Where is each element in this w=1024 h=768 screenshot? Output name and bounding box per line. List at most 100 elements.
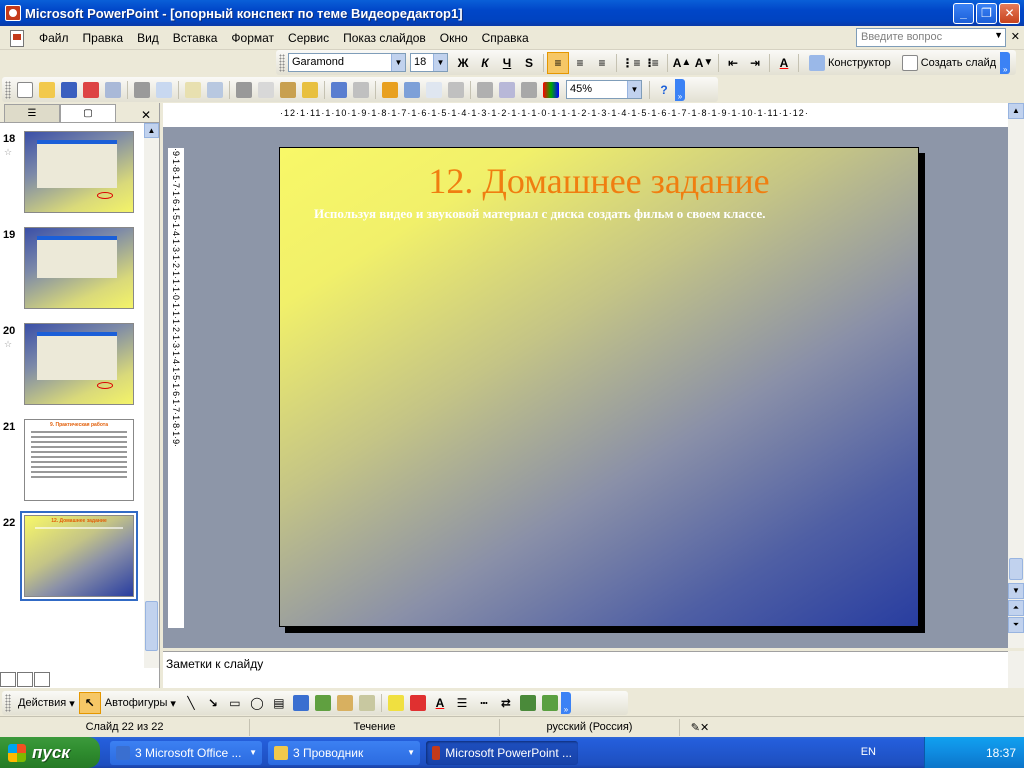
start-button[interactable]: пуск <box>0 737 100 768</box>
bullets-button[interactable]: ⁝≡ <box>642 52 664 74</box>
restore-button[interactable]: ❐ <box>976 2 997 24</box>
italic-button[interactable]: К <box>474 52 496 74</box>
powerpoint-app-icon[interactable] <box>5 5 21 21</box>
toolbar-grip[interactable] <box>279 53 285 72</box>
edit-vertical-scrollbar[interactable]: ▲ ▼ ⏶ ⏷ <box>1008 103 1024 648</box>
color-grayscale-icon[interactable] <box>543 81 559 98</box>
numbering-button[interactable]: ⋮≡ <box>620 52 642 74</box>
scroll-down-icon[interactable]: ▼ <box>1008 583 1024 599</box>
tables-borders-icon[interactable] <box>426 81 442 98</box>
underline-button[interactable]: Ч <box>496 52 518 74</box>
menu-edit[interactable]: Правка <box>76 31 131 45</box>
previous-slide-icon[interactable]: ⏶ <box>1008 600 1024 616</box>
notes-pane[interactable]: Заметки к слайду <box>163 651 1008 688</box>
minimize-button[interactable]: _ <box>953 2 974 24</box>
menu-view[interactable]: Вид <box>130 31 166 45</box>
3d-style-icon[interactable] <box>541 695 558 711</box>
toolbar-grip[interactable] <box>5 694 11 712</box>
save-icon[interactable] <box>61 81 77 98</box>
scroll-thumb[interactable] <box>145 601 158 651</box>
notes-scrollbar[interactable] <box>1008 651 1024 688</box>
scroll-up-icon[interactable]: ▲ <box>1008 103 1024 119</box>
email-icon[interactable] <box>105 81 121 98</box>
align-center-button[interactable]: ≡ <box>569 52 591 74</box>
redo-icon[interactable] <box>353 81 369 98</box>
help-question-input[interactable]: Введите вопрос ▼ <box>856 28 1006 47</box>
close-button[interactable]: ✕ <box>999 2 1020 24</box>
pane-close-icon[interactable]: ✕ <box>141 108 151 122</box>
align-left-button[interactable]: ≡ <box>547 51 569 74</box>
cut-icon[interactable] <box>236 81 252 98</box>
chevron-down-icon[interactable]: ▼ <box>627 81 641 98</box>
document-close-button[interactable]: ✕ <box>1011 30 1020 43</box>
paste-icon[interactable] <box>280 81 296 98</box>
menu-slideshow[interactable]: Показ слайдов <box>336 31 433 45</box>
taskbar-item-explorer[interactable]: 3 Проводник ▼ <box>268 740 420 765</box>
menu-window[interactable]: Окно <box>433 31 475 45</box>
open-folder-icon[interactable] <box>39 81 55 98</box>
align-right-button[interactable]: ≡ <box>591 52 613 74</box>
wordart-icon[interactable] <box>292 695 309 711</box>
chevron-down-icon[interactable]: ▼ <box>433 54 447 71</box>
help-dropdown-arrow-icon[interactable]: ▼ <box>994 30 1003 40</box>
print-preview-icon[interactable] <box>156 81 172 98</box>
arrow-style-icon[interactable]: ⇄ <box>495 692 517 714</box>
show-formatting-icon[interactable] <box>499 81 515 98</box>
line-icon[interactable]: ╲ <box>180 692 202 714</box>
arrow-icon[interactable]: ↘ <box>202 692 224 714</box>
spelling-status-icon[interactable]: ✎✕ <box>680 719 720 736</box>
font-name-select[interactable]: Garamond ▼ <box>288 53 406 72</box>
toolbar-options-icon[interactable]: » <box>675 78 685 101</box>
diagram-icon[interactable] <box>314 695 331 711</box>
next-slide-icon[interactable]: ⏷ <box>1008 617 1024 633</box>
current-slide[interactable]: 12. Домашнее задание Используя видео и з… <box>279 147 919 627</box>
clipart-icon[interactable] <box>336 695 353 711</box>
shadow-button[interactable]: S <box>518 52 540 74</box>
permission-icon[interactable] <box>83 81 99 98</box>
zoom-select[interactable]: 45% ▼ <box>566 80 642 99</box>
menu-tools[interactable]: Сервис <box>281 31 336 45</box>
increase-indent-button[interactable]: ⇥ <box>744 52 766 74</box>
dash-style-icon[interactable]: ┅ <box>473 692 495 714</box>
line-style-icon[interactable]: ☰ <box>451 692 473 714</box>
decrease-indent-button[interactable]: ⇤ <box>722 52 744 74</box>
toolbar-options-icon[interactable]: » <box>1000 51 1011 74</box>
toolbar-options-icon[interactable]: » <box>560 692 571 714</box>
copy-icon[interactable] <box>258 81 274 98</box>
menu-file[interactable]: Файл <box>32 31 76 45</box>
undo-icon[interactable] <box>331 81 347 98</box>
font-color-icon[interactable]: A <box>429 692 451 714</box>
tab-slides[interactable]: ▢ <box>60 104 116 122</box>
insert-chart-icon[interactable] <box>382 81 398 98</box>
menu-help[interactable]: Справка <box>475 31 536 45</box>
insert-diagram-icon[interactable] <box>448 81 464 98</box>
show-grid-icon[interactable] <box>521 81 537 98</box>
help-icon[interactable]: ? <box>653 79 675 101</box>
grow-font-button[interactable]: A ▲ <box>671 52 693 74</box>
menu-format[interactable]: Формат <box>224 31 281 45</box>
slide-sorter-view-icon[interactable] <box>17 672 33 687</box>
document-icon[interactable] <box>8 29 26 47</box>
font-size-select[interactable]: 18 ▼ <box>410 53 448 72</box>
print-icon[interactable] <box>134 81 150 98</box>
language-indicator[interactable]: EN <box>861 746 876 758</box>
slide-body-text[interactable]: Используя видео и звуковой материал с ди… <box>314 206 914 222</box>
clock[interactable]: 18:37 <box>986 746 1016 760</box>
insert-picture-icon[interactable] <box>358 695 375 711</box>
designer-button[interactable]: Конструктор <box>802 54 895 71</box>
actions-menu[interactable]: Действия ▾ <box>14 697 79 710</box>
taskbar-item-powerpoint[interactable]: Microsoft PowerPoint ... <box>426 740 578 765</box>
textbox-icon[interactable]: ▤ <box>268 692 290 714</box>
shadow-style-icon[interactable] <box>519 695 536 711</box>
scroll-thumb[interactable] <box>1009 558 1023 580</box>
menu-insert[interactable]: Вставка <box>166 31 225 45</box>
bold-button[interactable]: Ж <box>452 52 474 74</box>
spelling-icon[interactable] <box>185 81 201 98</box>
tab-outline[interactable]: ☰ <box>4 104 60 122</box>
slides-pane-scrollbar[interactable]: ▲ <box>144 123 159 668</box>
font-color-button[interactable]: A <box>773 52 795 74</box>
format-painter-icon[interactable] <box>302 81 318 98</box>
new-document-icon[interactable] <box>17 81 33 98</box>
toolbar-grip[interactable] <box>5 80 11 99</box>
line-color-icon[interactable] <box>409 695 426 711</box>
